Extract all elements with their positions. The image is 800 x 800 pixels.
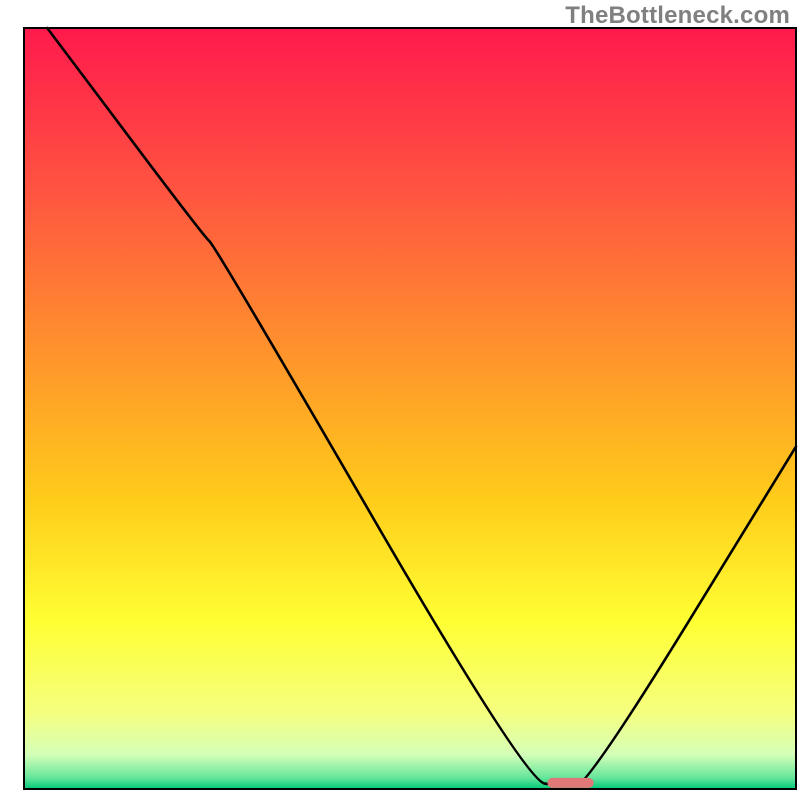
optimal-marker bbox=[547, 778, 593, 788]
bottleneck-curve-chart bbox=[0, 0, 800, 800]
watermark-text: TheBottleneck.com bbox=[565, 2, 790, 30]
chart-container: { "watermark": "TheBottleneck.com", "cha… bbox=[0, 0, 800, 800]
gradient-background bbox=[24, 28, 796, 789]
